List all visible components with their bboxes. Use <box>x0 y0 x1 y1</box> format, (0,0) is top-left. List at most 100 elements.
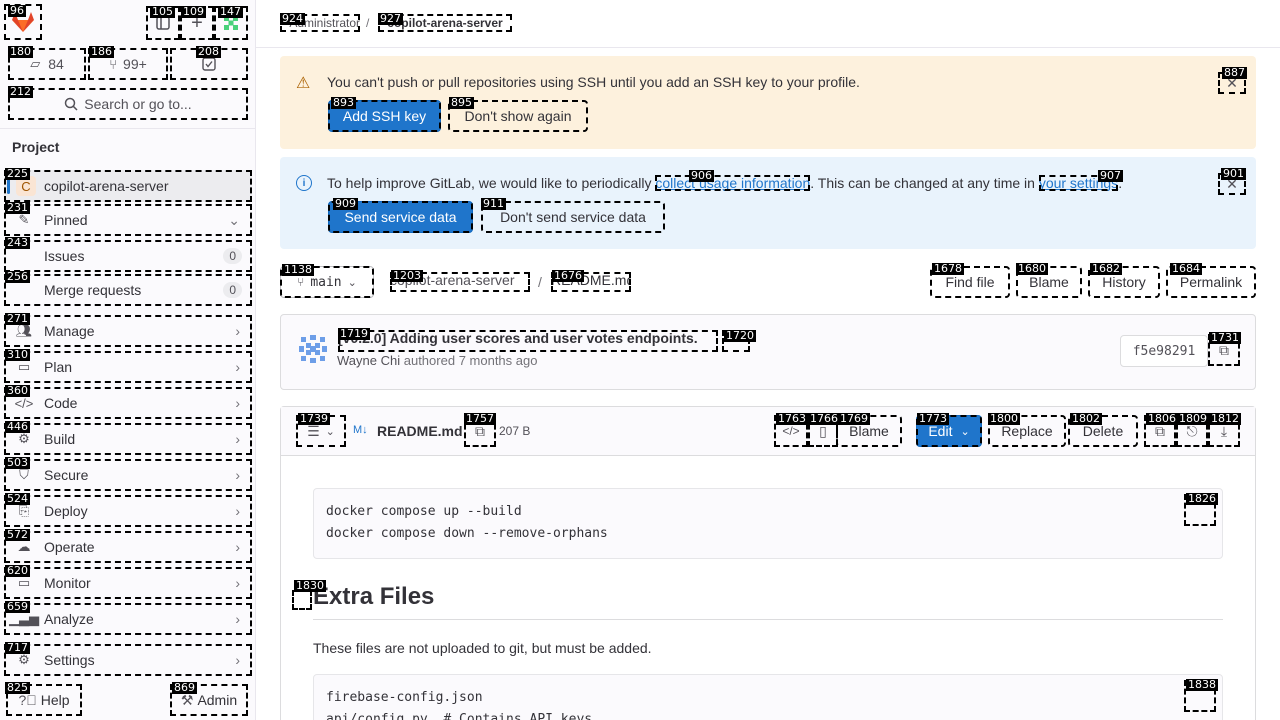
marker-badge: 924 <box>280 12 305 25</box>
marker-badge: 1719 <box>338 327 370 340</box>
send-service-data-label: Send service data <box>344 209 457 225</box>
sidebar-item-build[interactable]: ⚙ Build › <box>4 423 252 455</box>
find-file-label: Find file <box>945 274 995 290</box>
sidebar-item-label: Deploy <box>44 503 88 519</box>
chevron-right-icon: › <box>235 467 240 483</box>
info-alert-message: To help improve GitLab, we would like to… <box>327 175 1122 191</box>
search-button[interactable]: Search or go to... <box>8 88 248 120</box>
readme-paragraph: These files are not uploaded to git, but… <box>313 640 652 656</box>
branch-icon: ⑂ <box>297 275 305 289</box>
admin-label: Admin <box>197 692 238 708</box>
permalink-label: Permalink <box>1179 274 1243 290</box>
marker-badge: 1769 <box>838 412 870 425</box>
breadcrumb-current-label: copilot-arena-server <box>387 16 503 30</box>
marker-badge: 1680 <box>1016 262 1048 275</box>
sidebar-item-manage[interactable]: 👥︎ Manage › <box>4 315 252 347</box>
marker-badge: 1720 <box>724 329 756 342</box>
markdown-icon: M↓ <box>353 424 368 436</box>
file-name: README.md <box>377 423 463 439</box>
sidebar-item-merge-requests[interactable]: Merge requests 0 <box>4 274 252 306</box>
section-title: Project <box>12 139 60 155</box>
sidebar-item-secure[interactable]: ⛉ Secure › <box>4 459 252 491</box>
sidebar-item-label: Manage <box>44 323 95 339</box>
todo-icon <box>202 57 216 71</box>
info-text: . This can be changed at any time in <box>810 175 1039 191</box>
commit-authored-text: authored <box>403 353 456 368</box>
sidebar-item-issues[interactable]: Issues 0 <box>4 240 252 272</box>
file-panel <box>280 406 1256 720</box>
marker-badge: 895 <box>449 96 474 109</box>
mr-count: 99+ <box>123 56 147 72</box>
marker-badge: 147 <box>218 5 243 18</box>
chevron-right-icon: › <box>235 323 240 339</box>
commit-sha[interactable]: f5e98291 <box>1120 335 1208 367</box>
dont-show-again-label: Don't show again <box>464 108 572 124</box>
search-placeholder: Search or go to... <box>84 96 192 112</box>
marker-badge: 1682 <box>1090 262 1122 275</box>
gear-icon: ⚙ <box>18 652 30 667</box>
dont-send-service-data-button[interactable]: Don't send service data <box>481 201 665 233</box>
copy-icon: ⧉ <box>475 422 485 439</box>
marker-badge: 1830 <box>294 579 326 592</box>
commit-title-link[interactable]: [v0.2.0] Adding user scores and user vot… <box>338 330 718 352</box>
project-name: copilot-arena-server <box>44 178 169 194</box>
issues-count: 84 <box>48 56 64 72</box>
marker-badge: 1757 <box>464 412 496 425</box>
marker-badge: 659 <box>5 600 30 613</box>
commit-meta: Wayne Chi authored 7 months ago <box>337 353 537 368</box>
marker-badge: 620 <box>5 564 30 577</box>
sidebar-item-analyze[interactable]: ▁▃▅ Analyze › <box>4 603 252 635</box>
sidebar-item-deploy[interactable]: ⎘ Deploy › <box>4 495 252 527</box>
marker-badge: 1802 <box>1070 412 1102 425</box>
sidebar-item-label: Analyze <box>44 611 94 627</box>
author-avatar <box>299 335 327 363</box>
path-separator: / <box>538 274 542 290</box>
pin-icon: ✎ <box>18 212 30 227</box>
info-icon: i <box>296 175 312 191</box>
question-icon: ?⃝ <box>18 692 37 708</box>
sidebar-item-operate[interactable]: ☁ Operate › <box>4 531 252 563</box>
sidebar-item-monitor[interactable]: ▭ Monitor › <box>4 567 252 599</box>
marker-badge: 1203 <box>391 269 423 282</box>
sidebar-item-plan[interactable]: ▭ Plan › <box>4 351 252 383</box>
sidebar-item-project[interactable]: C copilot-arena-server <box>4 170 252 202</box>
marker-badge: 1739 <box>298 412 330 425</box>
marker-badge: 1731 <box>1209 331 1241 344</box>
history-label: History <box>1102 274 1146 290</box>
active-indicator <box>7 178 10 194</box>
info-text: To help improve GitLab, we would like to… <box>327 175 656 191</box>
marker-badge: 256 <box>5 270 30 283</box>
divider <box>0 128 255 129</box>
marker-badge: 225 <box>5 167 30 180</box>
code-line: api/config.py # Contains API keys <box>326 712 593 720</box>
marker-badge: 1806 <box>1146 412 1178 425</box>
marker-badge: 524 <box>5 492 30 505</box>
marker-badge: 1684 <box>1170 262 1202 275</box>
sidebar-item-label: Operate <box>44 539 95 555</box>
chevron-down-icon: ⌄ <box>325 425 335 438</box>
chevron-down-icon: ⌄ <box>228 211 240 228</box>
marker-badge: 909 <box>333 197 358 210</box>
marker-badge: 503 <box>5 456 30 469</box>
commit-time: 7 months ago <box>458 353 538 368</box>
marker-badge: 572 <box>5 528 30 541</box>
main-content: Administrator 924 / copilot-arena-server… <box>256 0 1280 720</box>
heading-anchor-link[interactable] <box>292 590 312 610</box>
sidebar-item-pinned[interactable]: ✎ Pinned ⌄ <box>4 204 252 236</box>
marker-badge: 1138 <box>282 263 314 276</box>
last-commit-panel: Wayne Chi authored 7 months ago f5e98291 <box>280 314 1256 390</box>
code-line: firebase-config.json <box>326 690 483 705</box>
add-ssh-key-label: Add SSH key <box>342 108 427 124</box>
sidebar-item-label: Pinned <box>44 212 88 228</box>
list-icon: ☰ <box>307 422 320 439</box>
marker-badge: 717 <box>5 641 30 654</box>
sidebar-item-settings[interactable]: ⚙ Settings › <box>4 644 252 676</box>
marker-badge: 901 <box>1221 167 1246 180</box>
monitor-icon: ▭ <box>17 575 31 590</box>
collect-usage-link[interactable]: collect usage information <box>655 175 811 191</box>
marker-badge: 446 <box>5 420 30 433</box>
copy-icon: ⧉ <box>1219 341 1229 358</box>
issues-count-pill: 0 <box>223 248 242 264</box>
sidebar-item-code[interactable]: </> Code › <box>4 387 252 419</box>
sidebar-item-label: Code <box>44 395 78 411</box>
